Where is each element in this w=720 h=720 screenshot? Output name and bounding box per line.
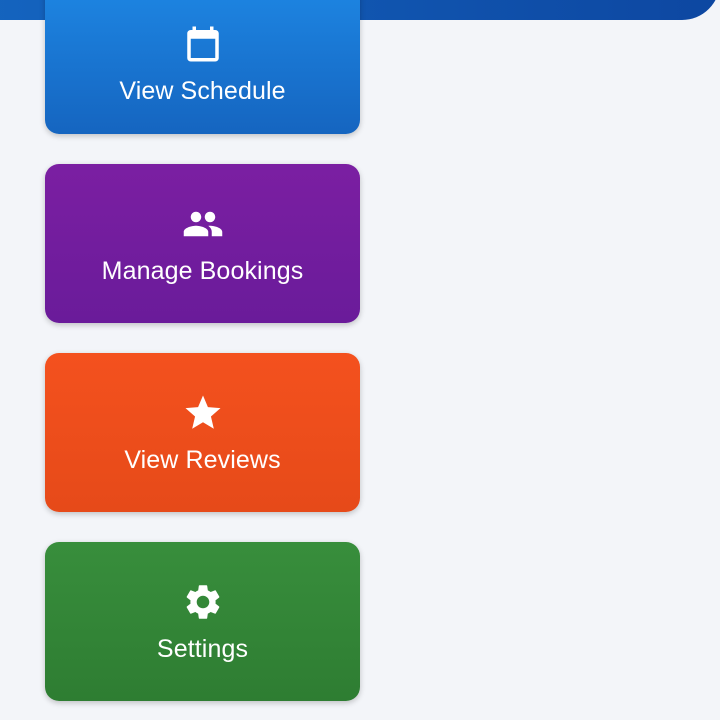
settings-button[interactable]: Settings — [45, 542, 360, 701]
gear-icon — [181, 580, 225, 624]
manage-bookings-button[interactable]: Manage Bookings — [45, 164, 360, 323]
manage-bookings-label: Manage Bookings — [101, 256, 304, 285]
view-schedule-label: View Schedule — [119, 76, 286, 105]
settings-label: Settings — [156, 634, 249, 663]
view-reviews-label: View Reviews — [124, 445, 281, 474]
star-icon — [181, 391, 225, 435]
view-reviews-button[interactable]: View Reviews — [45, 353, 360, 512]
dashboard-screen: View Schedule Manage Bookings View Revie… — [0, 0, 720, 720]
people-icon — [181, 202, 225, 246]
calendar-icon — [181, 22, 225, 66]
view-schedule-button[interactable]: View Schedule — [45, 0, 360, 134]
